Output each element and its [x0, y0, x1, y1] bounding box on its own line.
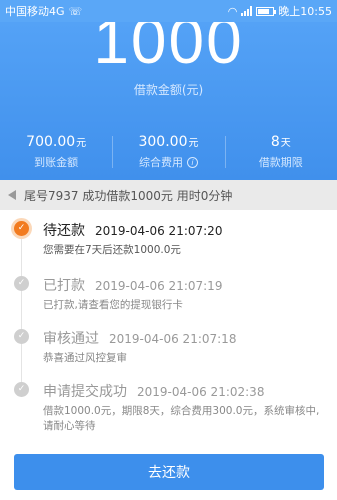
step-title: 已打款 — [43, 278, 85, 294]
stat-label: 到账金额 — [34, 156, 79, 169]
signal-icon — [241, 6, 253, 16]
step-time: 2019-04-06 21:07:20 — [95, 224, 223, 238]
loan-timeline: ✓ 待还款 2019-04-06 21:07:20 您需要在7天后还款1000.… — [0, 210, 337, 440]
check-icon: ✓ — [14, 276, 29, 291]
stat-unit: 元 — [188, 138, 199, 149]
step-title: 审核通过 — [43, 331, 99, 347]
call-icon: ☏ — [68, 4, 83, 18]
loan-amount-label: 借款金额(元) — [133, 83, 204, 97]
stat-fee: 300.00元 综合费用 i — [112, 134, 224, 170]
step-desc: 恭喜通过风控复审 — [43, 352, 127, 364]
loan-header: 1000 借款金额(元) 700.00元 到账金额 300.00元 综合费用 i … — [0, 22, 337, 180]
stat-value: 300.00 — [138, 134, 188, 150]
stat-label: 借款期限 — [258, 156, 303, 169]
carrier-label: 中国移动4G — [5, 5, 65, 18]
step-time: 2019-04-06 21:07:18 — [109, 332, 237, 346]
timeline-line — [21, 226, 22, 396]
repay-button[interactable]: 去还款 — [14, 454, 324, 490]
stat-term: 8天 借款期限 — [224, 134, 337, 170]
step-time: 2019-04-06 21:02:38 — [137, 385, 265, 399]
notice-text: 尾号7937 成功借款1000元 用时0分钟 — [24, 188, 233, 203]
step-desc: 借款1000.0元，期限8天，综合费用300.0元，系统审核中,请耐心等待 — [43, 405, 320, 432]
check-icon: ✓ — [14, 329, 29, 344]
loan-stats: 700.00元 到账金额 300.00元 综合费用 i 8天 借款期限 — [0, 134, 337, 170]
stat-unit: 天 — [280, 138, 291, 149]
notice-bar: 尾号7937 成功借款1000元 用时0分钟 — [0, 180, 337, 210]
step-time: 2019-04-06 21:07:19 — [95, 279, 223, 293]
stat-label: 综合费用 — [138, 156, 183, 169]
step-title: 申请提交成功 — [43, 384, 127, 400]
check-icon: ✓ — [14, 221, 29, 236]
info-icon[interactable]: i — [186, 156, 198, 168]
speaker-icon — [8, 190, 18, 200]
stat-received: 700.00元 到账金额 — [0, 134, 112, 170]
loan-amount: 1000 — [93, 22, 244, 77]
clock: 晚上10:55 — [278, 5, 332, 18]
step-desc: 您需要在7天后还款1000.0元 — [43, 244, 181, 256]
bottom-bar: 去还款 — [0, 440, 337, 500]
step-title: 待还款 — [43, 223, 85, 239]
step-desc: 已打款,请查看您的提现银行卡 — [43, 299, 183, 311]
wifi-icon: ◠ — [227, 4, 238, 18]
stat-unit: 元 — [76, 138, 87, 149]
status-bar: 中国移动4G ☏ ◠ 晚上10:55 — [0, 0, 337, 22]
battery-icon — [256, 6, 277, 16]
check-icon: ✓ — [14, 382, 29, 397]
stat-value: 8 — [270, 134, 280, 150]
stat-value: 700.00 — [26, 134, 76, 150]
